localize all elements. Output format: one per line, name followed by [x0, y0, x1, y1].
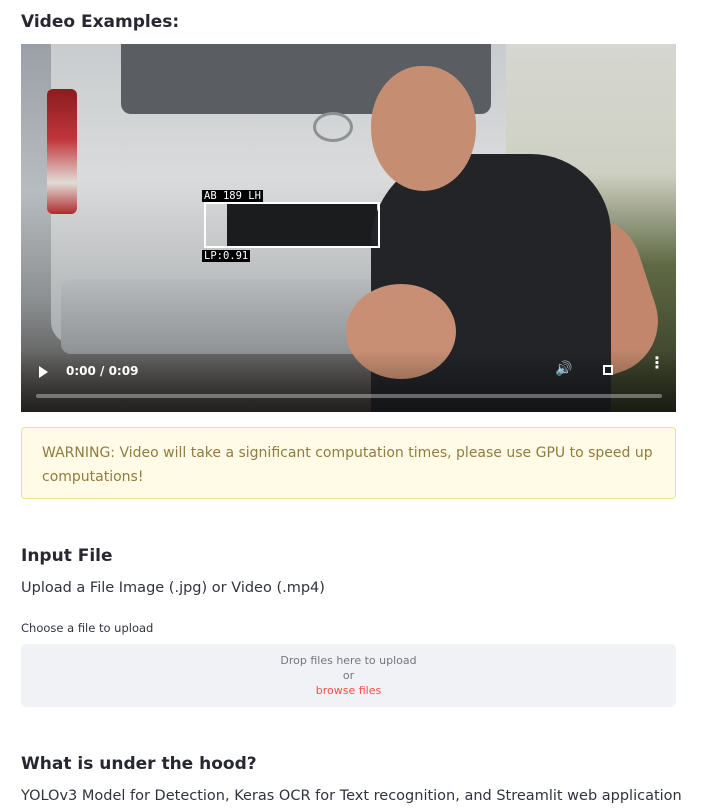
video-controls: 0:00 / 0:09 🔊 ⋮ — [21, 350, 676, 412]
video-examples-heading: Video Examples: — [21, 12, 180, 32]
uploader-label: Choose a file to upload — [21, 621, 154, 635]
detection-plate-text: AB 189 LH — [202, 190, 263, 202]
more-vert-icon[interactable]: ⋮ — [649, 355, 665, 371]
van-logo — [313, 112, 353, 142]
input-file-heading: Input File — [21, 546, 113, 566]
browse-files-link[interactable]: browse files — [21, 684, 676, 697]
input-file-description: Upload a File Image (.jpg) or Video (.mp… — [21, 580, 325, 596]
volume-icon[interactable]: 🔊 — [555, 361, 572, 377]
under-the-hood-heading: What is under the hood? — [21, 754, 257, 774]
warning-text: WARNING: Video will take a significant c… — [42, 445, 653, 485]
van-taillight — [47, 89, 77, 214]
play-icon[interactable] — [39, 366, 48, 378]
under-the-hood-description: YOLOv3 Model for Detection, Keras OCR fo… — [21, 788, 682, 804]
video-progress-bar[interactable] — [36, 394, 662, 398]
detection-confidence: LP:0.91 — [202, 250, 251, 262]
dropzone-instructions: Drop files here to upload — [280, 654, 417, 667]
fullscreen-icon[interactable] — [603, 365, 613, 375]
detection-box — [204, 202, 380, 248]
video-time: 0:00 / 0:09 — [66, 364, 139, 378]
person-head — [371, 66, 476, 191]
file-dropzone[interactable]: Drop files here to upload or browse file… — [21, 644, 676, 707]
dropzone-or: or — [342, 669, 355, 682]
video-player[interactable]: AB 189 LH LP:0.91 0:00 / 0:09 🔊 ⋮ — [21, 44, 676, 412]
warning-alert: WARNING: Video will take a significant c… — [21, 427, 676, 499]
